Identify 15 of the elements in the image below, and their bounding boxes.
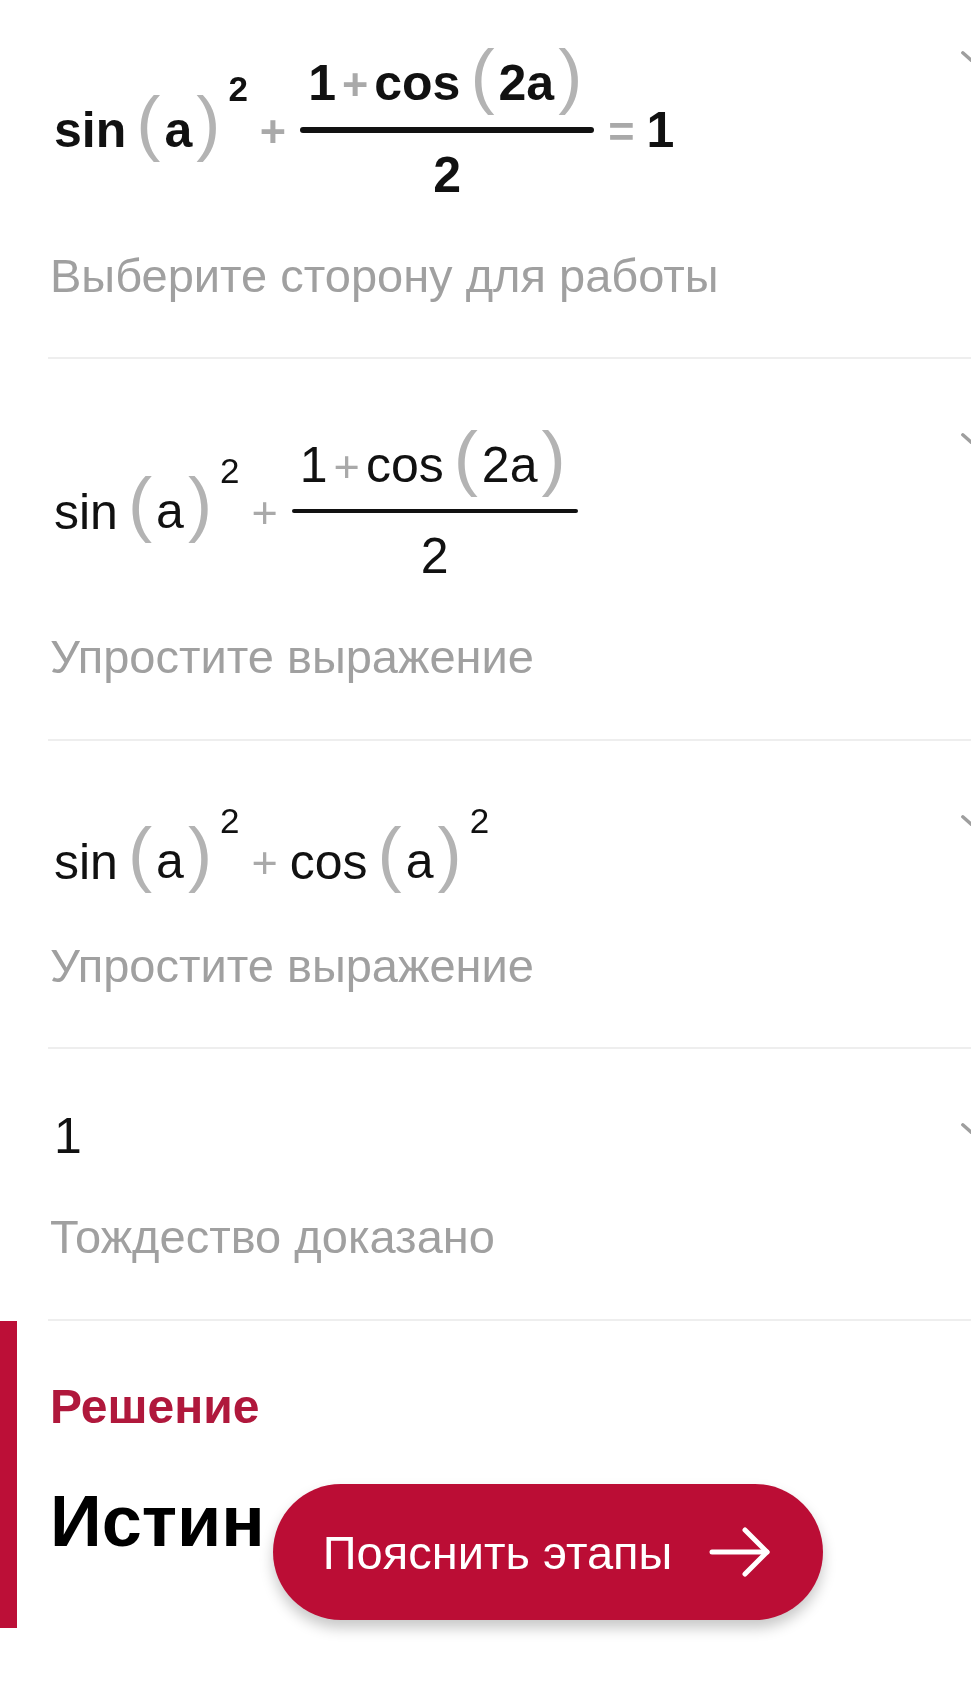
math-expression: sin(a)$^{2}$ + 1+cos(2a) 2	[54, 420, 580, 586]
explain-steps-button[interactable]: Пояснить этапы	[272, 1484, 824, 1621]
math-expression: 1	[54, 1111, 82, 1166]
chevron-icon[interactable]	[961, 432, 971, 444]
chevron-icon[interactable]	[961, 814, 971, 826]
step-description: Выберите сторону для работы	[50, 247, 720, 304]
step-description: Упростите выражение	[50, 629, 535, 686]
math-expression: sin(a)$^{2}$ + 1+cos(2a) 2 = 1	[54, 39, 675, 204]
math-expression: sin(a)$^{2}$ + cos(a)$^{2}$	[54, 802, 490, 894]
chevron-icon[interactable]	[961, 51, 971, 62]
step-description: Тождество доказано	[50, 1209, 496, 1266]
chevron-icon[interactable]	[961, 1123, 971, 1135]
step-description: Упростите выражение	[50, 937, 535, 994]
answer-text: Истин	[50, 1480, 265, 1564]
section-heading: Решение	[50, 1378, 260, 1435]
